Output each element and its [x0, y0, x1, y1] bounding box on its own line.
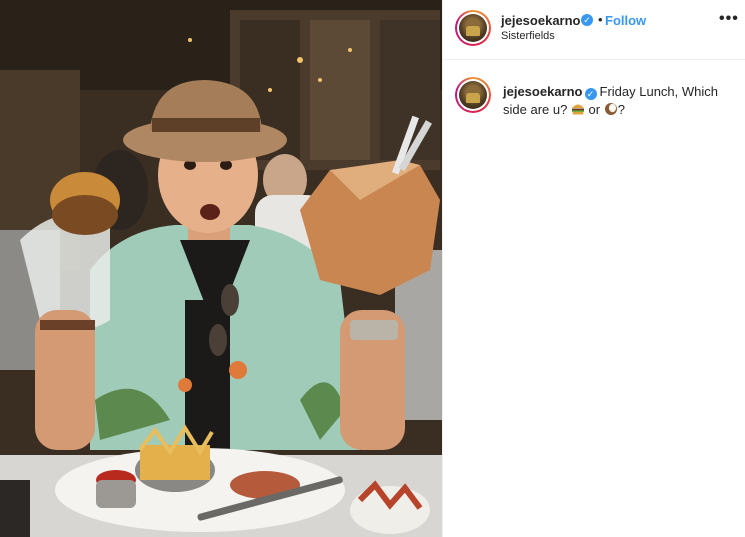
post-photo[interactable]	[0, 0, 442, 537]
post-side-panel: jejesoekarno ✓ • Follow Sisterfields •••…	[443, 0, 745, 537]
post-header: jejesoekarno ✓ • Follow Sisterfields •••	[443, 0, 745, 60]
location-link[interactable]: Sisterfields	[501, 30, 555, 42]
avatar-image	[459, 14, 487, 42]
caption-comment: jejesoekarno ✓ Friday Lunch, Which side ar…	[443, 60, 745, 140]
verified-badge-icon: ✓	[584, 88, 597, 100]
follow-button[interactable]: Follow	[605, 13, 646, 28]
post-photo-illustration	[0, 0, 442, 537]
coconut-emoji-icon	[604, 102, 618, 121]
caption-author-avatar[interactable]	[455, 77, 491, 113]
caption-username-link[interactable]: jejesoekarno	[503, 84, 583, 99]
more-options-icon[interactable]: •••	[719, 11, 739, 29]
burger-emoji-icon	[571, 102, 585, 121]
caption-text-part2: or	[584, 102, 604, 117]
author-avatar[interactable]	[455, 10, 491, 46]
verified-badge-icon: ✓	[581, 14, 593, 26]
avatar-image	[459, 81, 487, 109]
caption-text: jejesoekarno ✓ Friday Lunch, Which side ar…	[503, 83, 733, 121]
follow-separator: •	[598, 12, 603, 27]
caption-text-part3: ?	[617, 102, 625, 117]
author-username-link[interactable]: jejesoekarno	[501, 13, 581, 28]
